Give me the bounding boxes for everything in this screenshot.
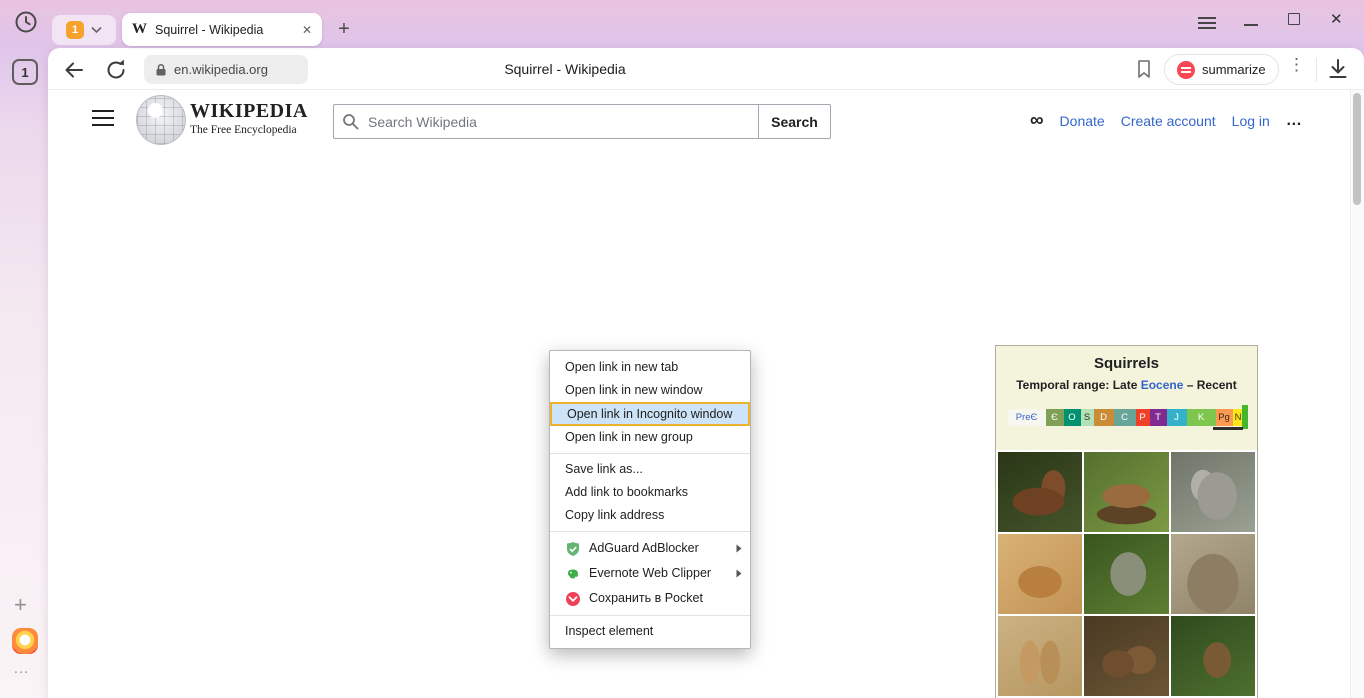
sidebar-toggle-badge[interactable]: 1 (12, 59, 38, 85)
browser-menu-icon[interactable] (1198, 17, 1216, 30)
history-clock-icon[interactable] (14, 10, 38, 34)
wikipedia-globe-logo[interactable] (136, 95, 186, 145)
infinity-icon[interactable]: ∞ (1030, 111, 1044, 131)
timeline-segment-permian[interactable]: P (1136, 409, 1150, 426)
search-input-wrap (333, 104, 758, 139)
menu-separator (550, 453, 750, 454)
context-menu: Open link in new tab Open link in new wi… (549, 350, 751, 649)
tab-group-pill[interactable]: 1 (52, 15, 116, 45)
summarize-button[interactable]: summarize (1164, 54, 1279, 85)
downloads-button[interactable] (1324, 55, 1352, 83)
squirrel-photo[interactable] (998, 534, 1082, 614)
reload-button[interactable] (102, 56, 130, 84)
squirrel-photo[interactable] (1084, 534, 1168, 614)
back-button[interactable] (60, 56, 88, 84)
window-close-button[interactable]: ✕ (1330, 10, 1343, 28)
wikipedia-tagline: The Free Encyclopedia (190, 124, 297, 136)
squirrel-photo[interactable] (1171, 452, 1255, 532)
timeline-segment-paleogene[interactable]: Pg (1216, 409, 1233, 426)
bookmark-flag-icon[interactable] (1134, 58, 1156, 82)
toolbar-separator (1316, 58, 1317, 82)
timeline-segment-devonian[interactable]: D (1094, 409, 1114, 426)
alice-assistant-icon[interactable] (12, 628, 38, 654)
adguard-shield-icon (565, 541, 581, 557)
menu-item-copy-link-address[interactable]: Copy link address (550, 504, 750, 527)
menu-item-inspect-element[interactable]: Inspect element (550, 620, 750, 643)
text-run: – Recent (1183, 378, 1236, 392)
new-tab-button[interactable]: + (331, 16, 357, 42)
squirrel-photo[interactable] (998, 452, 1082, 532)
menu-item-adguard[interactable]: AdGuard AdBlocker (550, 536, 750, 561)
donate-link[interactable]: Donate (1060, 113, 1105, 129)
evernote-elephant-icon (565, 566, 581, 582)
minimize-button[interactable] (1244, 24, 1258, 26)
sidebar-more-icon[interactable]: … (13, 660, 30, 678)
squirrel-photo[interactable] (1171, 534, 1255, 614)
tab-title: Squirrel - Wikipedia (155, 23, 294, 37)
url-text: en.wikipedia.org (174, 62, 268, 77)
tab-close-icon[interactable]: ✕ (302, 23, 312, 37)
search-icon (342, 113, 359, 135)
pocket-icon (565, 591, 581, 607)
menu-item-open-link-incognito[interactable]: Open link in Incognito window (550, 402, 750, 426)
menu-item-open-link-new-tab[interactable]: Open link in new tab (550, 356, 750, 379)
create-account-link[interactable]: Create account (1121, 113, 1216, 129)
inline-link[interactable]: Eocene (1141, 378, 1184, 392)
text-run: Temporal range: Late (1016, 378, 1140, 392)
menu-item-evernote[interactable]: Evernote Web Clipper (550, 561, 750, 586)
timeline-segment-triassic[interactable]: T (1150, 409, 1167, 426)
timeline-segment-silurian[interactable]: S (1081, 409, 1094, 426)
browser-tab[interactable]: W Squirrel - Wikipedia ✕ (122, 13, 322, 46)
smart-line-title: Squirrel - Wikipedia (400, 61, 730, 77)
header-more-icon[interactable]: … (1286, 112, 1303, 130)
range-marker (1242, 405, 1248, 429)
wikipedia-favicon: W (132, 21, 147, 38)
submenu-arrow-icon (736, 544, 742, 553)
menu-item-save-to-pocket[interactable]: Сохранить в Pocket (550, 586, 750, 611)
taxobox-title: Squirrels (996, 355, 1257, 372)
wiki-main-menu-icon[interactable] (92, 110, 114, 126)
menu-separator (550, 531, 750, 532)
submenu-arrow-icon (736, 569, 742, 578)
menu-item-save-link-as[interactable]: Save link as... (550, 458, 750, 481)
squirrel-photo-grid (996, 450, 1257, 698)
toolbar-divider (48, 89, 1364, 90)
taxobox: Squirrels Temporal range: Late Eocene – … (995, 345, 1258, 698)
timeline-segment-precambrian[interactable]: PreЄ (1008, 409, 1046, 426)
wiki-header-links: ∞ Donate Create account Log in … (1030, 111, 1303, 131)
menu-item-open-link-new-window[interactable]: Open link in new window (550, 379, 750, 402)
timeline-segment-ordovician[interactable]: O (1064, 409, 1081, 426)
wikipedia-wordmark[interactable]: WIKIPEDIA (190, 100, 308, 123)
squirrel-photo[interactable] (1084, 616, 1168, 696)
timeline-segment-jurassic[interactable]: J (1167, 409, 1187, 426)
taxobox-header: Squirrels Temporal range: Late Eocene – … (996, 346, 1257, 450)
temporal-range: Temporal range: Late Eocene – Recent (996, 378, 1257, 392)
sidebar-add-button[interactable]: + (14, 592, 27, 618)
squirrel-photo[interactable] (998, 616, 1082, 696)
geologic-timeline: PreЄ Є O S D C P T J K Pg N (1008, 409, 1246, 426)
summarize-logo-icon (1177, 61, 1195, 79)
wiki-search: Search (333, 104, 831, 139)
menu-separator (550, 615, 750, 616)
browser-tab-bar: 1 W Squirrel - Wikipedia ✕ + ✕ (0, 0, 1364, 48)
tab-group-badge: 1 (66, 21, 84, 39)
chevron-down-icon (91, 26, 102, 34)
maximize-button[interactable] (1288, 13, 1300, 25)
squirrel-photo[interactable] (1171, 616, 1255, 696)
search-input[interactable] (333, 104, 758, 139)
squirrel-photo[interactable] (1084, 452, 1168, 532)
summarize-label: summarize (1202, 62, 1266, 77)
search-button[interactable]: Search (758, 104, 831, 139)
menu-item-add-link-to-bookmarks[interactable]: Add link to bookmarks (550, 481, 750, 504)
menu-item-open-link-new-group[interactable]: Open link in new group (550, 426, 750, 449)
lock-icon[interactable] (155, 63, 167, 77)
timeline-segment-cretaceous[interactable]: K (1187, 409, 1216, 426)
range-bar (1213, 427, 1243, 430)
address-bar[interactable]: en.wikipedia.org (144, 55, 308, 84)
log-in-link[interactable]: Log in (1232, 113, 1270, 129)
toolbar-more-icon[interactable]: ⋮ (1288, 55, 1305, 75)
timeline-segment-carboniferous[interactable]: C (1114, 409, 1136, 426)
timeline-segment-cambrian[interactable]: Є (1046, 409, 1064, 426)
scrollbar-thumb[interactable] (1353, 93, 1361, 205)
